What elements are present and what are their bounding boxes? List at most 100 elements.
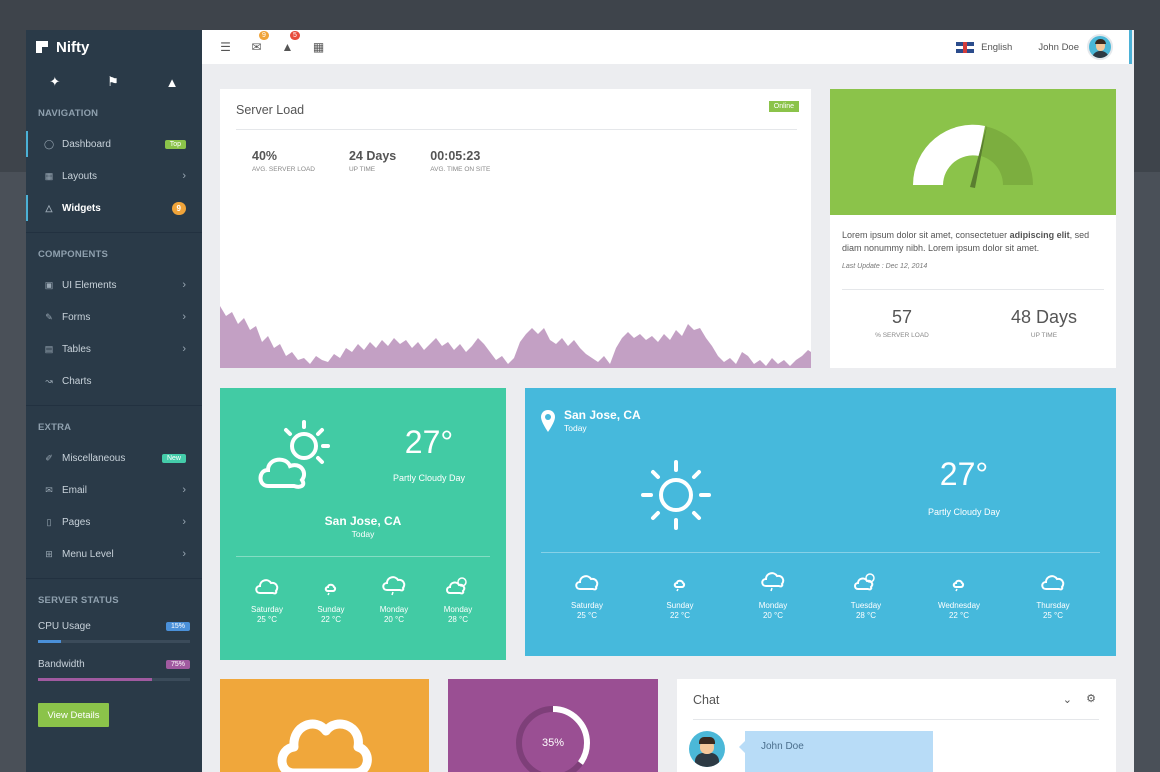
status-label: Bandwidth [38, 659, 85, 670]
progress-fill [38, 678, 152, 681]
brand[interactable]: Nifty [26, 30, 202, 64]
stat-value: 24 Days [348, 149, 397, 163]
user-name[interactable]: John Doe [1038, 42, 1079, 53]
edit-icon: ✎ [45, 311, 53, 322]
forecast-day: Monday 20 °C [743, 570, 803, 620]
sidebar-item-label: Menu Level [62, 548, 114, 560]
sidebar-item-dashboard[interactable]: ◯ Dashboard Top [26, 128, 202, 160]
bell-icon[interactable]: ▲ [166, 75, 179, 90]
chevron-down-icon[interactable]: ⌄ [1063, 693, 1072, 706]
forecast-day: Saturday 25 °C [237, 574, 297, 624]
language-selector[interactable]: English [981, 42, 1012, 53]
stat-value: 48 Days [1010, 307, 1078, 327]
chat-panel: Chat ⌄ ⚙ John Doe [677, 679, 1116, 772]
forecast-day: Thursday 25 °C [1023, 570, 1083, 620]
sidebar-item-widgets[interactable]: △ Widgets 9 [26, 192, 202, 224]
grid-icon: ▦ [44, 170, 54, 181]
gauge-panel: Lorem ipsum dolor sit amet, consectetuer… [830, 89, 1116, 368]
brand-logo-icon [36, 41, 48, 53]
city-name: San Jose, CA [324, 514, 402, 528]
plug-icon: ✐ [45, 452, 53, 463]
forecast-temp: 20 °C [383, 615, 405, 624]
drizzle-icon [952, 579, 965, 592]
cloud-icon [575, 575, 599, 591]
sidebar-item-forms[interactable]: ✎ Forms › [26, 301, 202, 333]
section-title-extra: EXTRA [38, 422, 72, 433]
cpu-progress-bar [38, 640, 190, 643]
megaphone-icon[interactable]: ⚑ [107, 74, 119, 90]
bandwidth-progress-bar [38, 678, 190, 681]
forecast-day-name: Sunday [317, 605, 345, 614]
forecast-day-name: Saturday [570, 601, 604, 610]
sidebar-item-charts[interactable]: ↝ Charts [26, 365, 202, 397]
divider [26, 232, 202, 233]
magic-wand-icon[interactable]: ✦ [49, 74, 60, 90]
sidebar-item-layouts[interactable]: ▦ Layouts › [26, 160, 202, 192]
sidebar-item-label: Layouts [62, 170, 98, 182]
forecast-temp: 25 °C [1042, 611, 1064, 620]
view-details-button[interactable]: View Details [38, 703, 109, 727]
progress-value: 35% [541, 737, 565, 749]
app-window: Nifty ✦ ⚑ ▲ NAVIGATION ◯ Dashboard Top ▦… [26, 30, 1134, 772]
last-update: Last Update : Dec 12, 2014 [842, 263, 928, 270]
rain-cloud-icon [382, 576, 406, 596]
sidebar-item-tables[interactable]: ▤ Tables › [26, 333, 202, 365]
status-label: CPU Usage [38, 621, 91, 632]
sidebar-item-ui-elements[interactable]: ▣ UI Elements › [26, 269, 202, 301]
envelope-icon: ✉ [45, 484, 53, 495]
rain-cloud-icon [761, 572, 785, 592]
apps-grid-icon[interactable]: ▦ [303, 40, 334, 54]
notification-bell-icon[interactable]: ▲ 5 [272, 31, 303, 54]
server-stats: 40% AVG. SERVER LOAD 24 Days UP TIME 00:05… [252, 149, 490, 173]
stat-value: 40% [252, 149, 278, 163]
gauge-chart [912, 124, 1033, 188]
file-icon: ▯ [46, 516, 52, 527]
chat-message-author: John Doe [761, 741, 804, 752]
sidebar-item-label: Tables [62, 343, 91, 355]
partly-cloudy-icon [854, 573, 875, 591]
chevron-right-icon: › [182, 484, 186, 496]
stat-label: UP TIME [348, 166, 376, 173]
forecast-day-name: Tuesday [850, 601, 882, 610]
weather-day: Today [564, 423, 587, 433]
partly-cloudy-icon [446, 577, 467, 595]
chevron-right-icon: › [182, 548, 186, 560]
sidebar-item-miscellaneous[interactable]: ✐ Miscellaneous New [26, 442, 202, 474]
menu-toggle-icon[interactable]: ☰ [210, 40, 241, 54]
forecast-temp: 22 °C [320, 615, 342, 624]
forecast-day-name: Monday [443, 605, 473, 614]
divider [236, 129, 797, 130]
stat-label: % SERVER LOAD [875, 332, 929, 339]
sidebar-item-label: Widgets [62, 202, 101, 214]
gear-icon[interactable]: ⚙ [1086, 692, 1096, 705]
briefcase-icon: ▣ [44, 279, 54, 290]
progress-fill [38, 640, 61, 643]
weather-day: Today [351, 529, 375, 539]
section-title-navigation: NAVIGATION [38, 108, 99, 119]
stat-value: 00:05:23 [430, 149, 481, 163]
gauge-stat-server-load: 57 % SERVER LOAD [842, 307, 962, 339]
status-badge: Online [768, 101, 799, 112]
gauge-header [830, 89, 1116, 215]
chat-avatar[interactable] [689, 731, 725, 767]
user-avatar[interactable] [1087, 34, 1113, 60]
dashboard-icon: ◯ [43, 138, 55, 149]
current-temperature: 27° [939, 456, 989, 492]
forecast-temp: 28 °C [855, 611, 877, 620]
uk-flag-icon[interactable] [956, 41, 975, 53]
sidebar-item-menu-level[interactable]: ⊞ Menu Level › [26, 538, 202, 570]
divider [693, 719, 1099, 720]
mail-icon[interactable]: ✉ 9 [241, 31, 272, 54]
sidebar-item-pages[interactable]: ▯ Pages › [26, 506, 202, 538]
badge-count: 9 [171, 201, 186, 215]
stat-label: AVG. TIME ON SITE [430, 166, 491, 173]
sidebar-item-label: Pages [62, 516, 91, 528]
forecast-day: Wednesday 22 °C [929, 570, 989, 620]
panel-title: Chat [693, 693, 720, 707]
stat-value: 57 [891, 307, 913, 327]
chat-message: John Doe [739, 731, 933, 772]
stat-label: UP TIME [1030, 332, 1058, 339]
forecast-day: Sunday 22 °C [650, 570, 710, 620]
sidebar-item-email[interactable]: ✉ Email › [26, 474, 202, 506]
sidebar-item-label: UI Elements [62, 279, 117, 291]
